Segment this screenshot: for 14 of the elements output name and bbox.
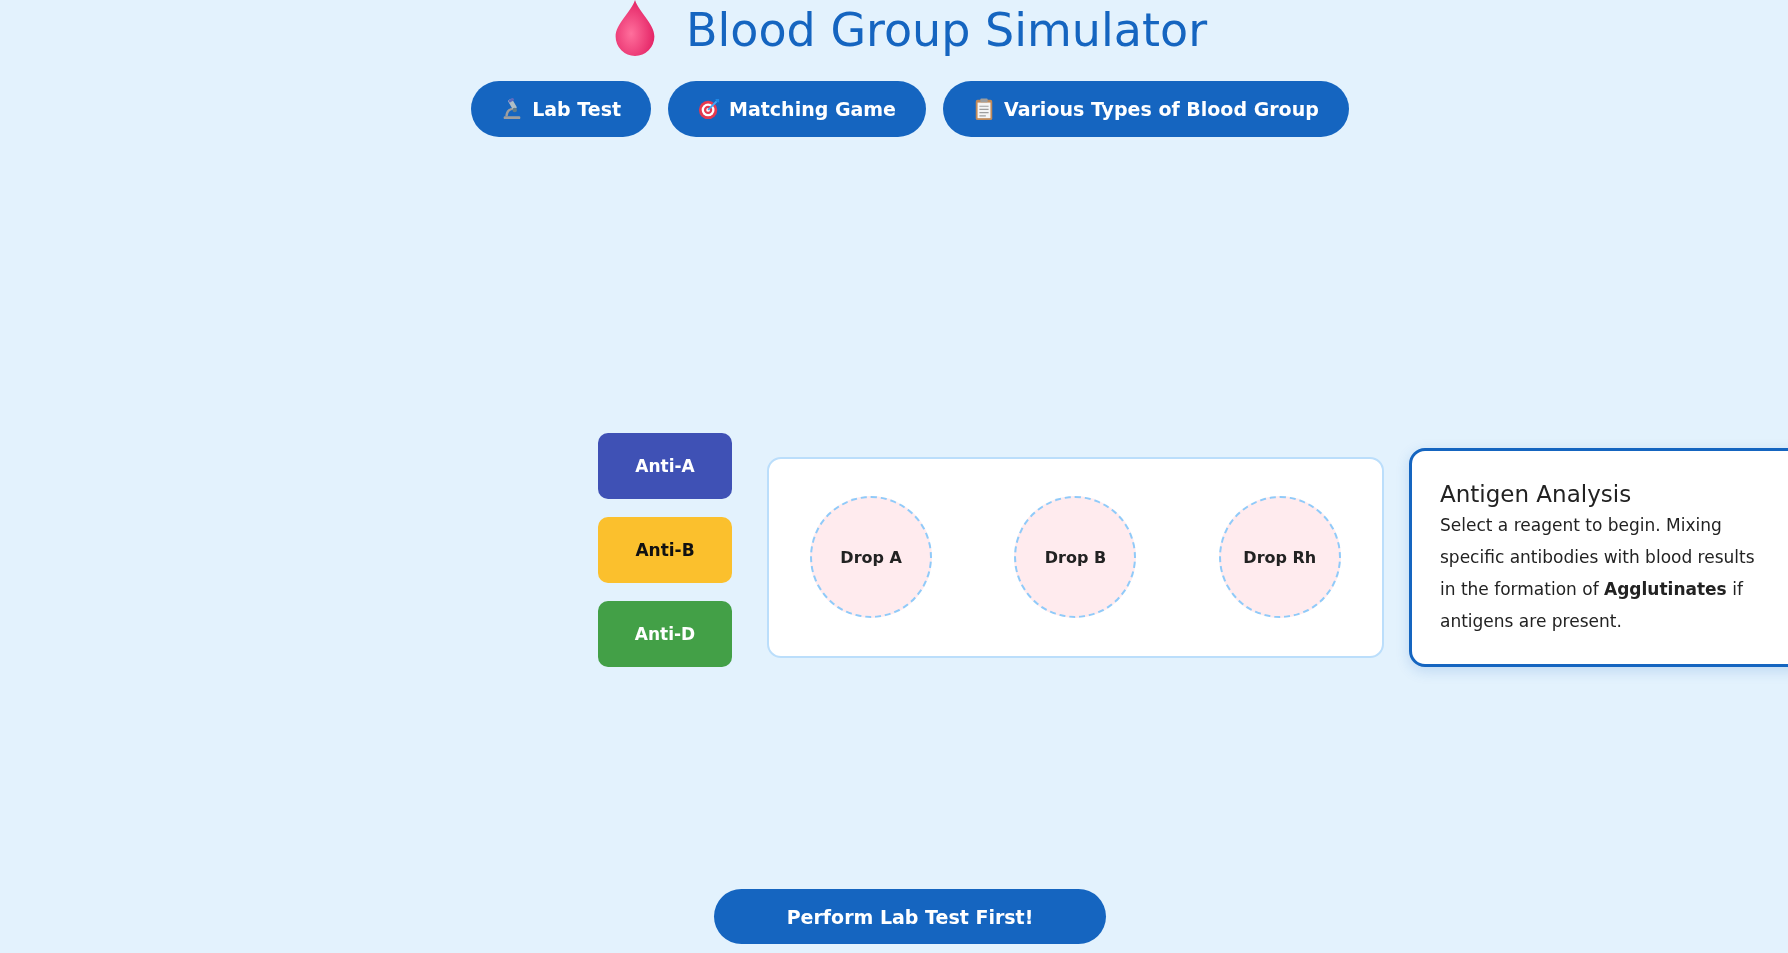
nav-button[interactable]: Lab Test <box>471 81 652 137</box>
analysis-text: Select a reagent to begin. Mixing specific antibodies with blood results in the formation of Agglutinates if antigens are present. <box>1440 513 1756 633</box>
drop-zone[interactable]: Drop A <box>810 496 933 618</box>
dart-target-icon <box>698 98 721 120</box>
perform-test-button[interactable]: Perform Lab Test First! <box>714 889 1106 944</box>
drop-zone[interactable]: Drop Rh <box>1218 496 1341 618</box>
reagent-button[interactable]: Anti-B <box>598 517 732 583</box>
reagent-button[interactable]: Anti-A <box>598 433 732 499</box>
app-title: Blood Group Simulator <box>685 2 1208 59</box>
nav-button[interactable]: Various Types of Blood Group <box>943 81 1349 137</box>
nav-button[interactable]: Matching Game <box>668 81 926 137</box>
analysis-title: Antigen Analysis <box>1440 479 1633 509</box>
clipboard-icon <box>973 98 995 120</box>
drop-zone[interactable]: Drop B <box>1014 496 1137 618</box>
